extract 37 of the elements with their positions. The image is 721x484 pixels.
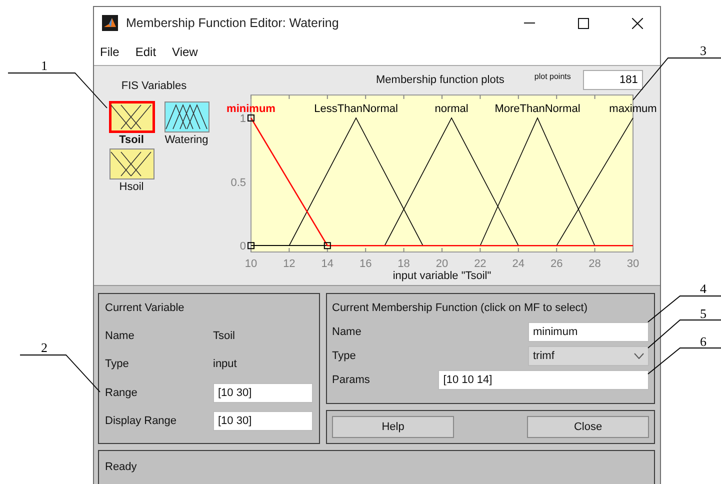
variable-value: input: [213, 358, 237, 370]
field-label: Name: [105, 330, 136, 342]
field-label: Params: [332, 374, 371, 386]
field-label: Name: [332, 326, 362, 338]
x-tick-label: 24: [512, 258, 525, 270]
panel-title: Current Membership Function (click on MF to select): [332, 302, 589, 314]
callout-number: 3: [700, 43, 706, 59]
x-tick-label: 14: [321, 258, 334, 270]
panel-title: Current Variable: [105, 302, 186, 314]
y-tick-label: 0.5: [230, 176, 246, 189]
x-tick-label: 16: [359, 258, 372, 270]
x-tick-label: 22: [474, 258, 486, 270]
field-label: Type: [332, 350, 357, 362]
x-tick-label: 26: [550, 258, 563, 270]
variable-value: Tsoil: [213, 330, 236, 342]
callout-number: 6: [700, 334, 706, 350]
chart-title: Membership function plots: [376, 74, 504, 86]
x-tick-label: 10: [244, 258, 258, 270]
x-tick-label: 12: [283, 258, 296, 270]
x-tick-label: 18: [398, 258, 410, 270]
callout-number: 5: [700, 306, 706, 322]
status-text: Ready: [105, 461, 137, 473]
x-axis-label: input variable "Tsoil": [392, 270, 492, 282]
y-tick-label: 1: [240, 112, 246, 125]
callout-number: 4: [700, 281, 706, 297]
callout-number: 2: [41, 340, 48, 356]
fis-variables-title: FIS Variables: [121, 80, 187, 92]
x-tick-label: 28: [588, 258, 601, 270]
window-title: Membership Function Editor: Watering: [126, 16, 340, 30]
field-label: Display Range: [105, 414, 178, 427]
x-tick-label: 30: [626, 258, 640, 270]
callout-number: 1: [41, 58, 48, 74]
x-tick-label: 20: [436, 258, 448, 270]
field-label: Range: [105, 386, 138, 399]
field-label: Type: [105, 358, 130, 370]
plot-points-label: plot points: [534, 72, 571, 81]
y-tick-label: 0: [240, 240, 246, 253]
